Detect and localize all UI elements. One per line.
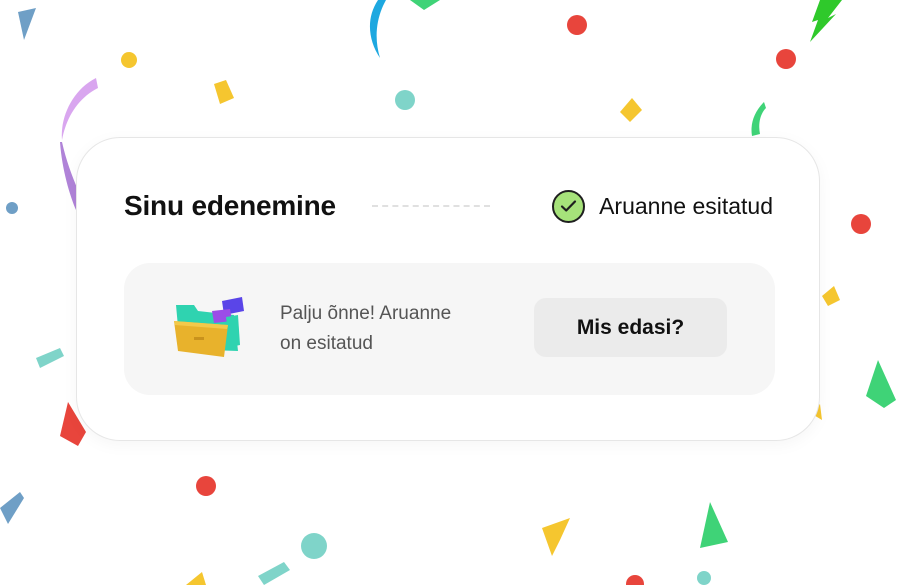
confetti-piece bbox=[18, 8, 36, 40]
confetti-dot bbox=[301, 533, 327, 559]
confetti-dot bbox=[851, 214, 871, 234]
confetti-piece bbox=[620, 98, 642, 122]
confetti-piece bbox=[542, 518, 570, 556]
confetti-dot bbox=[697, 571, 711, 585]
confetti-dot bbox=[567, 15, 587, 35]
confetti-piece bbox=[866, 360, 896, 408]
confetti-ribbon bbox=[369, 0, 386, 58]
confetti-piece bbox=[36, 348, 64, 368]
whats-next-button[interactable]: Mis edasi? bbox=[534, 298, 727, 357]
celebration-screen: Sinu edenemine Aruanne esitatud Palju õn… bbox=[0, 0, 897, 585]
confetti-ribbon bbox=[751, 102, 766, 136]
confetti-dot bbox=[395, 90, 415, 110]
confetti-piece bbox=[700, 502, 728, 548]
status-indicator: Aruanne esitatud bbox=[552, 189, 773, 223]
confetti-dot bbox=[121, 52, 137, 68]
confetti-dot bbox=[6, 202, 18, 214]
confetti-dot bbox=[196, 476, 216, 496]
check-icon bbox=[552, 189, 586, 223]
confetti-piece bbox=[186, 572, 206, 585]
folder-icon bbox=[174, 297, 244, 357]
success-message-line-1: Palju õnne! Aruanne bbox=[280, 303, 452, 324]
confetti-piece bbox=[810, 0, 842, 42]
confetti-dot bbox=[626, 575, 644, 585]
progress-connector bbox=[371, 205, 490, 207]
success-message-line-2: on esitatud bbox=[280, 333, 373, 354]
progress-card: Sinu edenemine Aruanne esitatud Palju õn… bbox=[76, 137, 820, 441]
confetti-dot bbox=[776, 49, 796, 69]
confetti-piece bbox=[258, 562, 290, 585]
confetti-piece bbox=[0, 492, 24, 524]
progress-title: Sinu edenemine bbox=[124, 190, 336, 221]
progress-header: Sinu edenemine Aruanne esitatud bbox=[124, 186, 773, 226]
status-label: Aruanne esitatud bbox=[599, 192, 773, 219]
confetti-ribbon bbox=[61, 78, 98, 140]
submission-panel: Palju õnne! Aruanne on esitatud Mis edas… bbox=[124, 263, 775, 395]
success-message: Palju õnne! Aruanne on esitatud bbox=[280, 299, 500, 359]
confetti-piece bbox=[822, 286, 840, 306]
confetti-piece bbox=[214, 80, 234, 104]
confetti-piece bbox=[410, 0, 440, 10]
